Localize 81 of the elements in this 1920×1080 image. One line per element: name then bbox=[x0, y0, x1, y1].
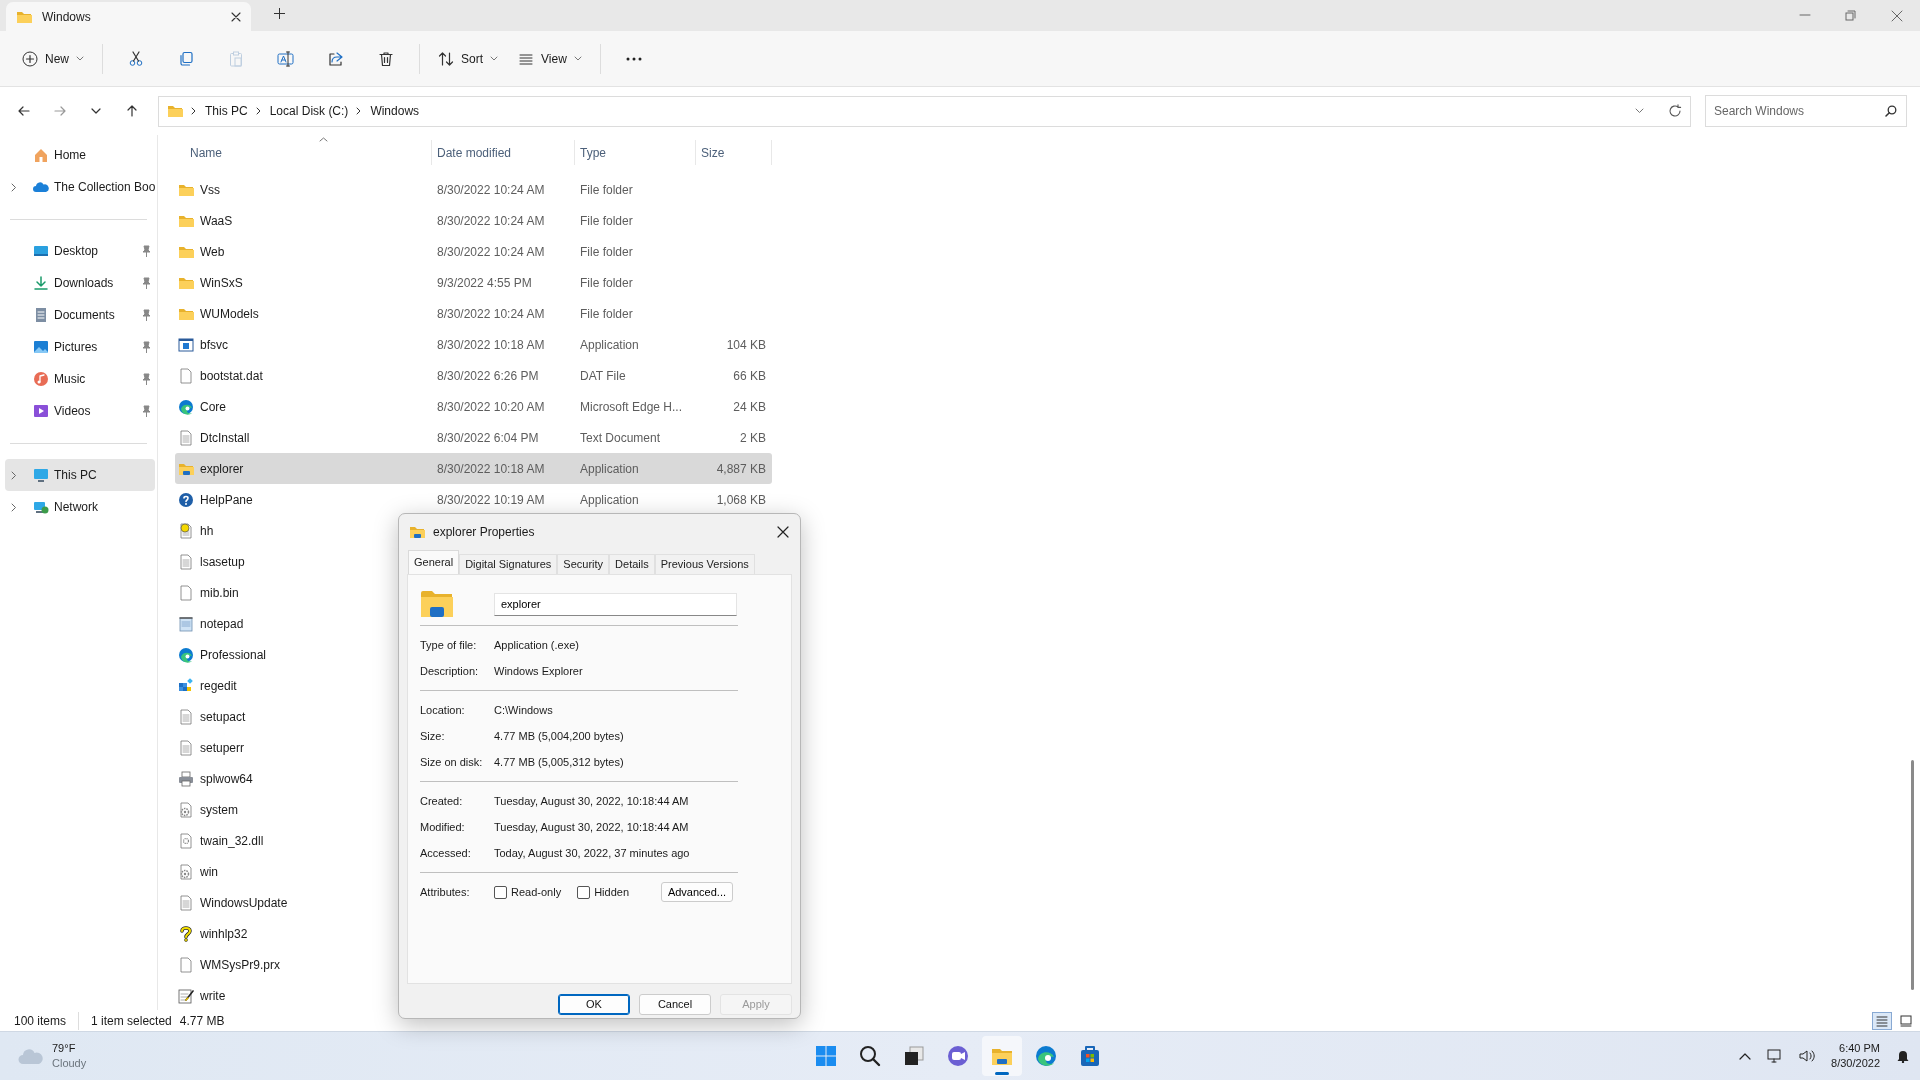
property-value: Application (.exe) bbox=[494, 637, 579, 653]
file-size: 1,068 KB bbox=[715, 491, 767, 509]
dialog-title: explorer Properties bbox=[433, 524, 536, 541]
clock-date: 8/30/2022 bbox=[1831, 1056, 1880, 1071]
date-modified: 8/30/2022 10:19 AM bbox=[436, 491, 546, 509]
file-name: system bbox=[200, 801, 238, 819]
selection-count: 1 item selected bbox=[91, 1012, 172, 1030]
file-name: Web bbox=[200, 243, 225, 261]
date-modified: 8/30/2022 10:24 AM bbox=[436, 305, 546, 323]
property-value: C:\Windows bbox=[494, 702, 553, 718]
file-size: 66 KB bbox=[732, 367, 767, 385]
date-modified: 8/30/2022 10:20 AM bbox=[436, 398, 546, 416]
file-name: winhlp32 bbox=[200, 925, 248, 943]
tab-title: Windows bbox=[42, 8, 92, 26]
date-modified: 9/3/2022 4:55 PM bbox=[436, 274, 533, 292]
file-name: DtcInstall bbox=[200, 429, 250, 447]
date-modified: 8/30/2022 10:24 AM bbox=[436, 212, 546, 230]
file-name: Vss bbox=[200, 181, 220, 199]
file-name: HelpPane bbox=[200, 491, 253, 509]
file-type: Application bbox=[579, 460, 640, 478]
date-modified: 8/30/2022 6:26 PM bbox=[436, 367, 540, 385]
property-label: Size on disk: bbox=[420, 754, 484, 770]
file-name: hh bbox=[200, 522, 214, 540]
property-label: Description: bbox=[420, 663, 480, 679]
file-name: setuperr bbox=[200, 739, 245, 757]
file-name: win bbox=[200, 863, 218, 881]
file-name: Professional bbox=[200, 646, 267, 664]
item-count: 100 items bbox=[14, 1011, 80, 1030]
property-value: Windows Explorer bbox=[494, 663, 583, 679]
property-value: Tuesday, August 30, 2022, 10:18:44 AM bbox=[494, 819, 689, 835]
file-type: Application bbox=[579, 491, 640, 509]
file-type: Microsoft Edge H... bbox=[579, 398, 684, 416]
file-name: mib.bin bbox=[200, 584, 239, 602]
file-name: bootstat.dat bbox=[200, 367, 263, 385]
file-type: File folder bbox=[579, 243, 634, 261]
file-size: 4,887 KB bbox=[715, 460, 767, 478]
property-label: Created: bbox=[420, 793, 464, 809]
file-type: Application bbox=[579, 336, 640, 354]
file-name: WMSysPr9.prx bbox=[200, 956, 280, 974]
file-name: WaaS bbox=[200, 212, 233, 230]
property-value: 4.77 MB (5,004,200 bytes) bbox=[494, 728, 624, 744]
property-label: Location: bbox=[420, 702, 466, 718]
file-type: File folder bbox=[579, 212, 634, 230]
file-name: regedit bbox=[200, 677, 237, 695]
file-type: File folder bbox=[579, 305, 634, 323]
file-name: WUModels bbox=[200, 305, 259, 323]
file-name: bfsvc bbox=[200, 336, 228, 354]
date-modified: 8/30/2022 10:18 AM bbox=[436, 336, 546, 354]
clock-time: 6:40 PM bbox=[1839, 1041, 1880, 1056]
property-value: Tuesday, August 30, 2022, 10:18:44 AM bbox=[494, 793, 689, 809]
file-name: explorer bbox=[200, 460, 244, 478]
date-modified: 8/30/2022 10:24 AM bbox=[436, 243, 546, 261]
date-modified: 8/30/2022 6:04 PM bbox=[436, 429, 540, 447]
property-label: Type of file: bbox=[420, 637, 478, 653]
file-name: write bbox=[200, 987, 226, 1005]
property-label: Modified: bbox=[420, 819, 466, 835]
property-label: Attributes: bbox=[420, 884, 471, 900]
file-name: WindowsUpdate bbox=[200, 894, 288, 912]
weather-condition: Cloudy bbox=[52, 1056, 87, 1071]
file-name: notepad bbox=[200, 615, 244, 633]
file-type: File folder bbox=[579, 181, 634, 199]
date-modified: 8/30/2022 10:18 AM bbox=[436, 460, 546, 478]
selection-size: 4.77 MB bbox=[179, 1012, 225, 1030]
temperature: 79°F bbox=[52, 1041, 77, 1056]
file-name: Core bbox=[200, 398, 226, 416]
file-name: lsasetup bbox=[200, 553, 245, 571]
file-type: File folder bbox=[579, 274, 634, 292]
property-label: Size: bbox=[420, 728, 446, 744]
date-modified: 8/30/2022 10:24 AM bbox=[436, 181, 546, 199]
file-size: 104 KB bbox=[725, 336, 767, 354]
file-name: WinSxS bbox=[200, 274, 243, 292]
file-name: setupact bbox=[200, 708, 246, 726]
file-type: Text Document bbox=[579, 429, 662, 447]
file-size: 24 KB bbox=[732, 398, 767, 416]
file-size: 2 KB bbox=[739, 429, 767, 447]
file-name: twain_32.dll bbox=[200, 832, 264, 850]
file-name: splwow64 bbox=[200, 770, 253, 788]
property-value: Today, August 30, 2022, 37 minutes ago bbox=[494, 845, 690, 861]
property-value: 4.77 MB (5,005,312 bytes) bbox=[494, 754, 624, 770]
property-label: Accessed: bbox=[420, 845, 472, 861]
file-type: DAT File bbox=[579, 367, 627, 385]
